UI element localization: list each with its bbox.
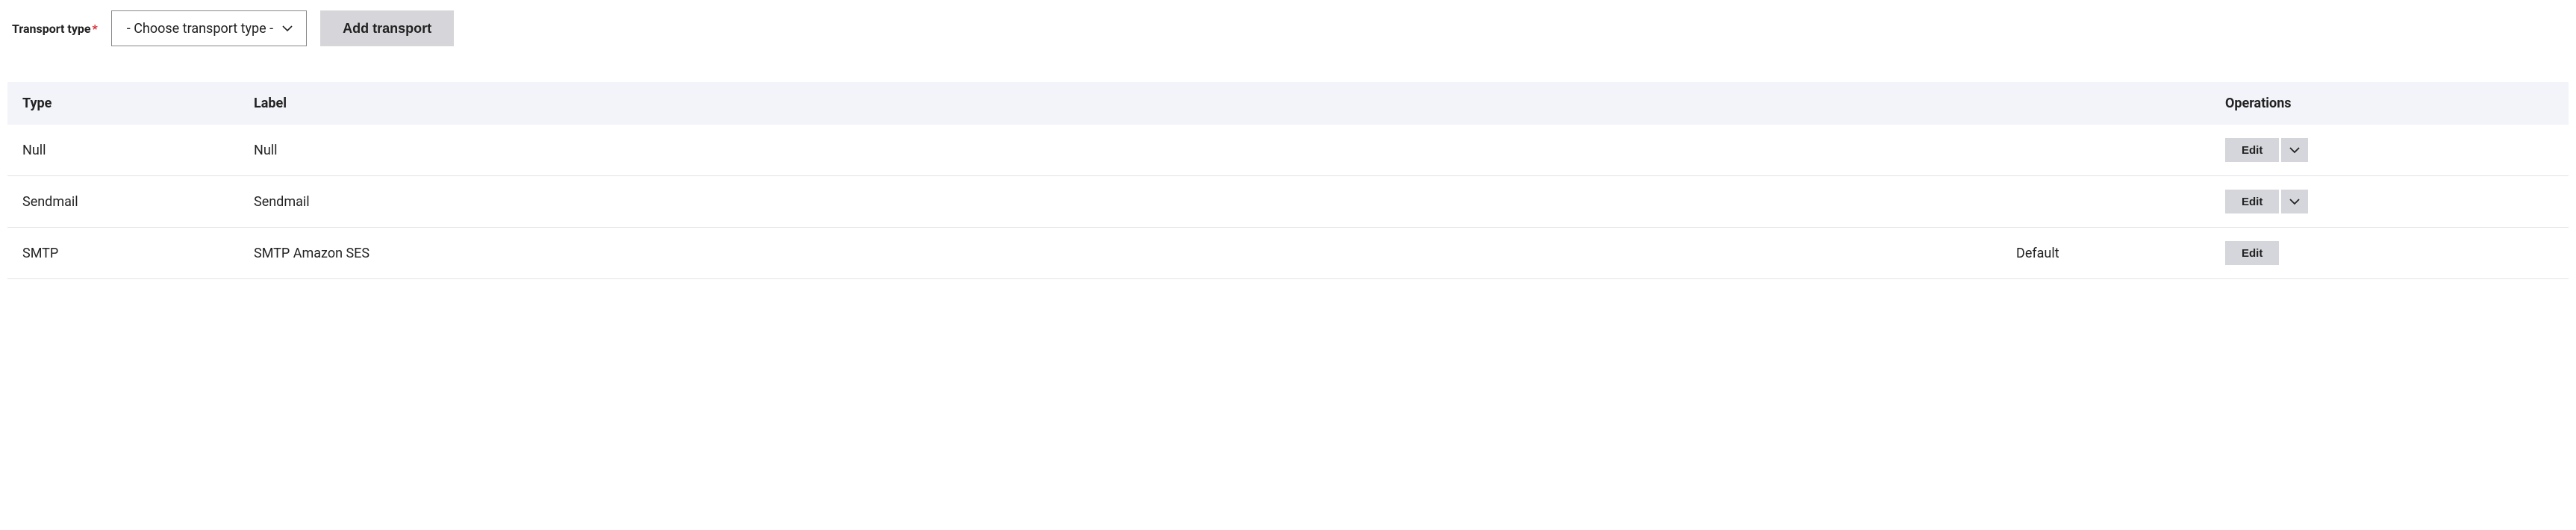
header-status-spacer — [2016, 96, 2225, 111]
cell-status: Default — [2016, 246, 2225, 261]
edit-dropdown-button[interactable] — [2281, 190, 2308, 213]
transport-type-select[interactable]: - Choose transport type - — [111, 10, 307, 46]
edit-button[interactable]: Edit — [2225, 138, 2279, 162]
table-row: SMTPSMTP Amazon SESDefaultEdit — [7, 228, 2569, 279]
transports-table: Type Label Operations NullNullEditSendma… — [7, 82, 2569, 279]
cell-type: SMTP — [22, 246, 254, 261]
header-type: Type — [22, 96, 254, 111]
add-transport-form: Transport type* - Choose transport type … — [7, 10, 2569, 46]
cell-type: Sendmail — [22, 194, 254, 210]
chevron-down-icon — [2289, 196, 2300, 208]
edit-button[interactable]: Edit — [2225, 190, 2279, 213]
table-row: NullNull Edit — [7, 125, 2569, 176]
add-transport-button[interactable]: Add transport — [320, 10, 454, 46]
table-header: Type Label Operations — [7, 82, 2569, 125]
cell-label: Sendmail — [254, 194, 2016, 210]
transport-type-label-text: Transport type — [12, 22, 91, 36]
cell-label: Null — [254, 143, 2016, 158]
transport-type-select-value: - Choose transport type - — [127, 21, 273, 37]
operations-buttons: Edit — [2225, 241, 2554, 265]
transport-type-label: Transport type* — [12, 22, 98, 36]
edit-dropdown-button[interactable] — [2281, 138, 2308, 162]
cell-operations: Edit — [2225, 138, 2554, 162]
cell-operations: Edit — [2225, 190, 2554, 213]
chevron-down-icon — [282, 23, 293, 34]
edit-button[interactable]: Edit — [2225, 241, 2279, 265]
cell-label: SMTP Amazon SES — [254, 246, 2016, 261]
cell-operations: Edit — [2225, 241, 2554, 265]
operations-buttons: Edit — [2225, 138, 2554, 162]
header-operations: Operations — [2225, 96, 2554, 111]
required-marker: * — [93, 22, 98, 36]
table-row: SendmailSendmail Edit — [7, 176, 2569, 228]
operations-buttons: Edit — [2225, 190, 2554, 213]
chevron-down-icon — [2289, 145, 2300, 156]
header-label: Label — [254, 96, 2016, 111]
cell-type: Null — [22, 143, 254, 158]
